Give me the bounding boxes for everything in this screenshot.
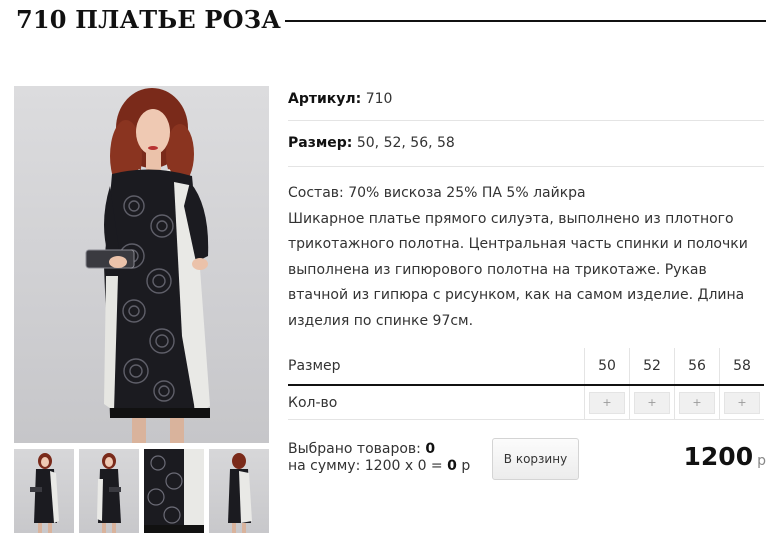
product-info: Артикул: 710 Размер: 50, 52, 56, 58 Сост… xyxy=(288,84,764,339)
thumbnail-3-image xyxy=(144,449,204,533)
sum-currency: р xyxy=(461,458,471,474)
size-table-header: Размер 50 52 56 58 xyxy=(288,348,764,386)
selected-count-line: Выбрано товаров: 0 xyxy=(288,441,488,458)
price-amount: 1200 xyxy=(683,442,754,471)
product-price: 1200 р xyxy=(640,442,766,471)
thumbnail-1-image xyxy=(30,453,59,533)
description-line: трикотажного полотна. Центральная часть … xyxy=(288,236,748,252)
add-size-52-button[interactable]: + xyxy=(634,391,670,414)
quantity-row: Кол-во + + + + xyxy=(288,386,764,420)
size-label: Размер: xyxy=(288,135,353,151)
page-title: 710 ПЛАТЬЕ РОЗА xyxy=(16,4,282,34)
size-quantity-table: Размер 50 52 56 58 Кол-во + + + + xyxy=(288,348,764,420)
size-column-56: 56 xyxy=(674,348,719,384)
qty-cell-52: + xyxy=(629,386,674,419)
size-column-58: 58 xyxy=(719,348,764,384)
sum-expression: 1200 х 0 = xyxy=(364,458,443,474)
selected-label: Выбрано товаров: xyxy=(288,441,421,457)
dress-photo-illustration xyxy=(85,88,210,443)
title-row: 710 ПЛАТЬЕ РОЗА xyxy=(16,4,766,34)
thumbnail-3[interactable] xyxy=(144,449,204,533)
size-value: 50, 52, 56, 58 xyxy=(356,135,455,151)
sku-row: Артикул: 710 xyxy=(288,84,764,121)
size-column-52: 52 xyxy=(629,348,674,384)
thumbnail-2[interactable] xyxy=(79,449,139,533)
main-product-photo[interactable] xyxy=(14,86,269,443)
qty-cell-58: + xyxy=(719,386,764,419)
size-column-50: 50 xyxy=(584,348,629,384)
selected-count: 0 xyxy=(425,441,436,457)
thumbnail-strip xyxy=(14,449,269,533)
qty-cell-50: + xyxy=(584,386,629,419)
thumbnail-2-image xyxy=(97,453,121,533)
product-description: Состав: 70% вискоза 25% ПА 5% лайкра Шик… xyxy=(288,167,764,339)
price-currency: р xyxy=(757,453,766,469)
description-line: изделия по спинке 97см. xyxy=(288,312,474,329)
size-header-label: Размер xyxy=(288,358,341,374)
add-to-cart-button[interactable]: В корзину xyxy=(492,438,579,480)
description-line: втачной из гипюра с рисунком, как на сам… xyxy=(288,287,745,303)
sum-label: на сумму: xyxy=(288,458,361,474)
sku-label: Артикул: xyxy=(288,91,362,107)
description-line: Состав: 70% вискоза 25% ПА 5% лайкра xyxy=(288,185,586,201)
thumbnail-4-image xyxy=(228,453,252,533)
description-line: Шикарное платье прямого силуэта, выполне… xyxy=(288,210,734,227)
order-summary: Выбрано товаров: 0 на сумму: 1200 х 0 = … xyxy=(288,441,488,475)
title-divider xyxy=(285,20,766,22)
description-line: выполнена из гипюрового полотна на трико… xyxy=(288,261,707,278)
quantity-label: Кол-во xyxy=(288,394,338,411)
add-size-56-button[interactable]: + xyxy=(679,391,715,414)
thumbnail-1[interactable] xyxy=(14,449,74,533)
sum-line: на сумму: 1200 х 0 = 0 р xyxy=(288,458,488,475)
thumbnail-4[interactable] xyxy=(209,449,269,533)
size-row: Размер: 50, 52, 56, 58 xyxy=(288,121,764,167)
add-size-58-button[interactable]: + xyxy=(724,391,760,414)
sum-total: 0 xyxy=(447,458,457,474)
sku-value: 710 xyxy=(365,91,393,107)
add-size-50-button[interactable]: + xyxy=(589,391,625,414)
qty-cell-56: + xyxy=(674,386,719,419)
